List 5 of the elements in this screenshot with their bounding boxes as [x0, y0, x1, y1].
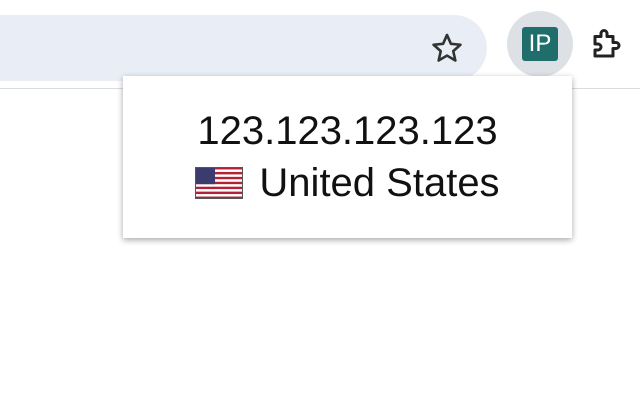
flag-icon	[195, 167, 244, 199]
ip-address: 123.123.123.123	[197, 109, 498, 153]
extension-button[interactable]: IP	[507, 11, 573, 77]
country-name: United States	[259, 161, 500, 205]
bookmark-star-icon[interactable]	[431, 33, 463, 63]
